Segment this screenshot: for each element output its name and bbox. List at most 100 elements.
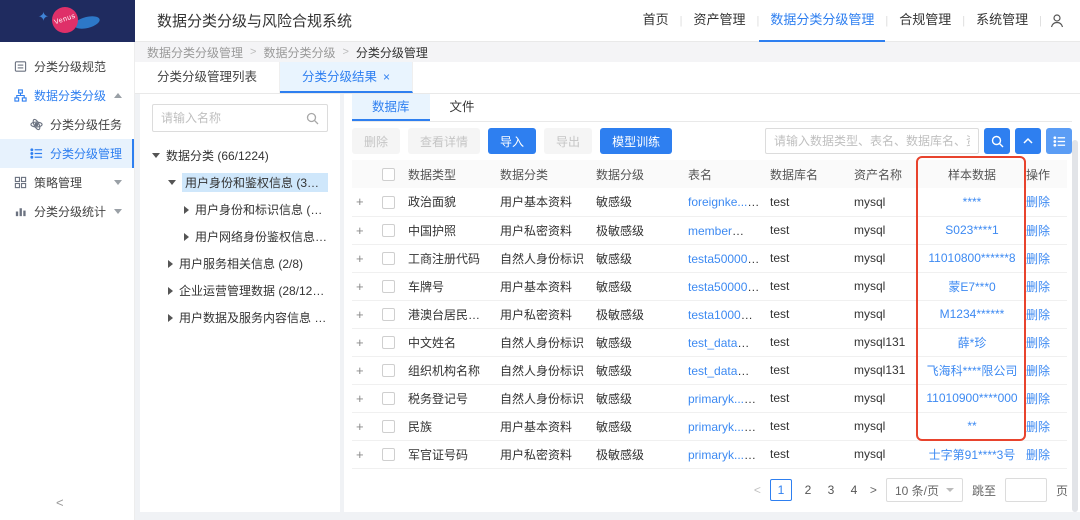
table-name-link[interactable]: testa50000 bbox=[688, 252, 759, 266]
sample-data-link[interactable]: 蒙E7***0 bbox=[948, 280, 995, 294]
tree-toggle-icon[interactable] bbox=[168, 260, 173, 268]
sidebar-item-2[interactable]: 分类分级任务 bbox=[0, 110, 134, 139]
delete-row-link[interactable]: 删除 bbox=[1026, 392, 1050, 406]
table-name-link[interactable]: test_data bbox=[688, 336, 749, 350]
source-tab-0[interactable]: 数据库 bbox=[352, 94, 430, 121]
row-checkbox[interactable] bbox=[382, 252, 395, 265]
sample-data-link[interactable]: 飞海科****限公司 bbox=[927, 364, 1018, 378]
table-name-link[interactable]: primaryk... bbox=[688, 420, 756, 434]
sample-data-link[interactable]: S023****1 bbox=[945, 223, 998, 237]
vertical-scrollbar[interactable] bbox=[1072, 140, 1078, 512]
delete-row-link[interactable]: 删除 bbox=[1026, 195, 1050, 209]
search-icon[interactable] bbox=[306, 112, 319, 125]
delete-row-link[interactable]: 删除 bbox=[1026, 252, 1050, 266]
tree-toggle-icon[interactable] bbox=[168, 314, 173, 322]
sidebar-item-5[interactable]: 分类分级统计 bbox=[0, 197, 134, 226]
row-expander[interactable]: + bbox=[356, 307, 364, 322]
table-name-link[interactable]: member bbox=[688, 224, 744, 238]
table-name-link[interactable]: testa50000 bbox=[688, 280, 759, 294]
sample-data-link[interactable]: 11010900****000 bbox=[926, 391, 1017, 405]
nav-item-2[interactable]: 数据分类分级管理 bbox=[759, 0, 885, 42]
breadcrumb-item[interactable]: 数据分类分级管理 bbox=[147, 44, 243, 61]
tree-toggle-icon[interactable] bbox=[184, 206, 189, 214]
toolbar-button-2[interactable]: 导入 bbox=[488, 128, 536, 154]
tree-toggle-icon[interactable] bbox=[168, 287, 173, 295]
row-expander[interactable]: + bbox=[356, 447, 364, 462]
row-expander[interactable]: + bbox=[356, 419, 364, 434]
sample-data-link[interactable]: M1234****** bbox=[940, 307, 1005, 321]
tree-node-label[interactable]: 企业运营管理数据 (28/1218) bbox=[179, 282, 328, 299]
nav-item-4[interactable]: 系统管理 bbox=[965, 0, 1039, 42]
sidebar-item-3[interactable]: 分类分级管理 bbox=[0, 139, 134, 168]
page-number-1[interactable]: 1 bbox=[770, 479, 792, 501]
tree-node[interactable]: 用户数据及服务内容信息 (2/8) bbox=[152, 304, 328, 331]
tree-toggle-icon[interactable] bbox=[152, 153, 160, 158]
toolbar-button-4[interactable]: 模型训练 bbox=[600, 128, 672, 154]
page-number-2[interactable]: 2 bbox=[801, 483, 815, 497]
list-view-button[interactable] bbox=[1046, 128, 1072, 154]
tree-node[interactable]: 用户网络身份鉴权信息 (0/0) bbox=[152, 223, 328, 250]
prev-page-icon[interactable]: < bbox=[754, 483, 761, 497]
row-checkbox[interactable] bbox=[382, 448, 395, 461]
table-search-input[interactable] bbox=[765, 128, 979, 154]
delete-row-link[interactable]: 删除 bbox=[1026, 308, 1050, 322]
tree-node-label[interactable]: 用户服务相关信息 (2/8) bbox=[179, 255, 303, 272]
row-checkbox[interactable] bbox=[382, 392, 395, 405]
next-page-icon[interactable]: > bbox=[870, 483, 877, 497]
tree-toggle-icon[interactable] bbox=[184, 233, 189, 241]
tree-node[interactable]: 数据分类 (66/1224) bbox=[152, 142, 328, 169]
row-checkbox[interactable] bbox=[382, 420, 395, 433]
delete-row-link[interactable]: 删除 bbox=[1026, 420, 1050, 434]
sample-data-link[interactable]: ** bbox=[967, 419, 976, 433]
tree-node-label[interactable]: 数据分类 (66/1224) bbox=[166, 147, 269, 164]
user-icon[interactable] bbox=[1042, 13, 1072, 29]
table-name-link[interactable]: testa1000 bbox=[688, 308, 753, 322]
nav-item-1[interactable]: 资产管理 bbox=[683, 0, 757, 42]
sample-data-link[interactable]: 11010800******8 bbox=[928, 251, 1015, 265]
delete-row-link[interactable]: 删除 bbox=[1026, 280, 1050, 294]
delete-row-link[interactable]: 删除 bbox=[1026, 224, 1050, 238]
tab-list[interactable]: 分类分级管理列表 bbox=[135, 62, 280, 93]
toolbar-button-3[interactable]: 导出 bbox=[544, 128, 592, 154]
row-expander[interactable]: + bbox=[356, 391, 364, 406]
row-expander[interactable]: + bbox=[356, 335, 364, 350]
row-expander[interactable]: + bbox=[356, 194, 364, 209]
tree-node-label[interactable]: 用户身份和标识信息 (34/62) bbox=[195, 201, 328, 218]
toolbar-button-0[interactable]: 删除 bbox=[352, 128, 400, 154]
sidebar-item-4[interactable]: 策略管理 bbox=[0, 168, 134, 197]
tree-node[interactable]: 用户身份和标识信息 (34/62) bbox=[152, 196, 328, 223]
page-number-3[interactable]: 3 bbox=[824, 483, 838, 497]
tree-node-label[interactable]: 用户网络身份鉴权信息 (0/0) bbox=[195, 228, 328, 245]
tree-node[interactable]: 企业运营管理数据 (28/1218) bbox=[152, 277, 328, 304]
source-tab-1[interactable]: 文件 bbox=[430, 94, 495, 121]
table-name-link[interactable]: foreignke... bbox=[688, 195, 759, 209]
row-expander[interactable]: + bbox=[356, 363, 364, 378]
breadcrumb-item[interactable]: 分类分级管理 bbox=[356, 44, 428, 61]
delete-row-link[interactable]: 删除 bbox=[1026, 336, 1050, 350]
row-checkbox[interactable] bbox=[382, 224, 395, 237]
page-size-select[interactable]: 10 条/页 bbox=[886, 478, 963, 502]
table-name-link[interactable]: primaryk... bbox=[688, 392, 756, 406]
jump-page-input[interactable] bbox=[1005, 478, 1047, 502]
row-expander[interactable]: + bbox=[356, 251, 364, 266]
tree-toggle-icon[interactable] bbox=[168, 180, 176, 185]
sidebar-item-1[interactable]: 数据分类分级 bbox=[0, 81, 134, 110]
sample-data-link[interactable]: **** bbox=[963, 195, 982, 209]
tree-node-label[interactable]: 用户身份和鉴权信息 (34/62) bbox=[182, 173, 328, 192]
row-checkbox[interactable] bbox=[382, 308, 395, 321]
delete-row-link[interactable]: 删除 bbox=[1026, 364, 1050, 378]
delete-row-link[interactable]: 删除 bbox=[1026, 448, 1050, 462]
sample-data-link[interactable]: 薛*珍 bbox=[958, 336, 987, 350]
table-name-link[interactable]: primaryk... bbox=[688, 448, 756, 462]
tree-node[interactable]: 用户身份和鉴权信息 (34/62) bbox=[152, 169, 328, 196]
row-checkbox[interactable] bbox=[382, 336, 395, 349]
row-checkbox[interactable] bbox=[382, 364, 395, 377]
table-name-link[interactable]: test_data bbox=[688, 364, 749, 378]
tab-result[interactable]: 分类分级结果× bbox=[280, 62, 413, 93]
nav-item-0[interactable]: 首页 bbox=[632, 0, 680, 42]
sidebar-item-0[interactable]: 分类分级规范 bbox=[0, 52, 134, 81]
close-icon[interactable]: × bbox=[383, 70, 390, 84]
row-checkbox[interactable] bbox=[382, 280, 395, 293]
row-checkbox[interactable] bbox=[382, 196, 395, 209]
breadcrumb-item[interactable]: 数据分类分级 bbox=[263, 44, 335, 61]
